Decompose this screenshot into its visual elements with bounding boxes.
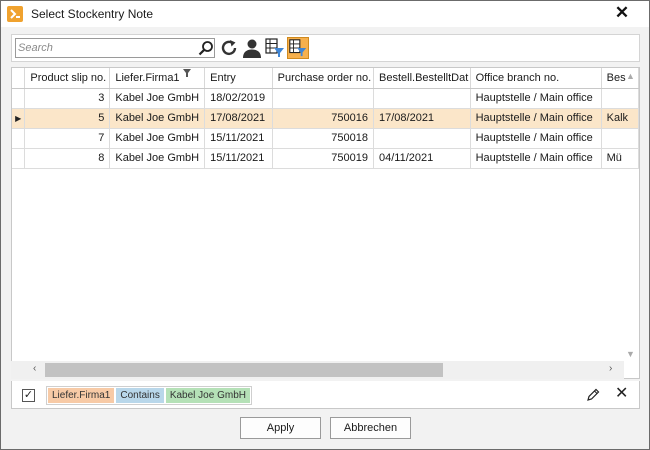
cell-bestellt-dat[interactable]: 17/08/2021 [373, 108, 471, 129]
cell-office-branch[interactable]: Hauptstelle / Main office [470, 128, 602, 149]
cell-bes[interactable] [601, 88, 639, 109]
cell-liefer-firma[interactable]: Kabel Joe GmbH [109, 88, 206, 109]
scroll-up-icon[interactable]: ▲ [626, 71, 635, 81]
cell-entry[interactable]: 17/08/2021 [204, 108, 273, 129]
row-indicator [12, 148, 26, 169]
cell-purchase-order[interactable]: 750019 [272, 148, 375, 169]
table-row[interactable]: 7 Kabel Joe GmbH 15/11/2021 750018 Haupt… [12, 128, 639, 149]
cell-product-slip[interactable]: 7 [24, 128, 111, 149]
cell-product-slip[interactable]: 5 [24, 108, 111, 129]
row-indicator [12, 88, 26, 109]
filter-value-chip[interactable]: Kabel Joe GmbH [165, 388, 250, 403]
column-header-label: Liefer.Firma1 [115, 71, 180, 84]
filter-operator-chip[interactable]: Contains [116, 388, 164, 403]
cell-entry[interactable]: 18/02/2019 [204, 88, 273, 109]
cell-bestellt-dat[interactable] [373, 88, 471, 109]
filter-field-chip[interactable]: Liefer.Firma1 [48, 388, 115, 403]
column-header-office-branch[interactable]: Office branch no. [470, 68, 602, 89]
window-title: Select Stockentry Note [31, 7, 154, 21]
title-bar: Select Stockentry Note ✕ [1, 1, 649, 27]
clear-filter-icon[interactable]: ✕ [615, 385, 628, 403]
cell-bes[interactable] [601, 128, 639, 149]
cancel-button[interactable]: Abbrechen [330, 417, 411, 439]
column-header-product-slip[interactable]: Product slip no. [24, 68, 111, 89]
cell-purchase-order[interactable]: 750018 [272, 128, 375, 149]
cell-entry[interactable]: 15/11/2021 [204, 148, 273, 169]
cell-liefer-firma[interactable]: Kabel Joe GmbH [109, 148, 206, 169]
table-row[interactable]: 3 Kabel Joe GmbH 18/02/2019 Hauptstelle … [12, 88, 639, 109]
table-row[interactable]: 8 Kabel Joe GmbH 15/11/2021 750019 04/11… [12, 148, 639, 169]
cell-bestellt-dat[interactable] [373, 128, 471, 149]
cell-product-slip[interactable]: 3 [24, 88, 111, 109]
column-header-label: Product slip no. [30, 71, 107, 84]
toolbar [11, 34, 640, 62]
apply-button[interactable]: Apply [240, 417, 321, 439]
column-header-purchase-order[interactable]: Purchase order no. [272, 68, 375, 89]
search-box [15, 38, 215, 58]
filter-enabled-checkbox[interactable]: ✓ [22, 389, 35, 402]
horizontal-scrollbar[interactable]: ‹ › [11, 361, 624, 379]
cell-office-branch[interactable]: Hauptstelle / Main office [470, 108, 602, 129]
column-header-label: Bes [606, 71, 626, 84]
stockentry-table: Product slip no. Liefer.Firma1 Entry Pur… [12, 68, 639, 169]
filter-bar: ✓ Liefer.Firma1 Contains Kabel Joe GmbH … [11, 381, 640, 409]
cell-liefer-firma[interactable]: Kabel Joe GmbH [109, 108, 206, 129]
column-header-label: Office branch no. [475, 71, 560, 84]
table-header-row: Product slip no. Liefer.Firma1 Entry Pur… [12, 68, 639, 89]
data-grid: Product slip no. Liefer.Firma1 Entry Pur… [11, 67, 640, 379]
column-header-entry[interactable]: Entry [204, 68, 273, 89]
grid-filter-active-icon[interactable] [287, 37, 309, 59]
table-row-selected[interactable]: ▶ 5 Kabel Joe GmbH 17/08/2021 750016 17/… [12, 108, 639, 129]
cell-purchase-order[interactable]: 750016 [272, 108, 375, 129]
close-icon[interactable]: ✕ [611, 3, 633, 23]
row-indicator [12, 128, 26, 149]
search-input[interactable] [18, 40, 194, 56]
dialog-window: Select Stockentry Note ✕ Search Product … [0, 0, 650, 450]
row-indicator: ▶ [12, 108, 26, 129]
column-header-label: Bestell.BestelltDat [379, 71, 469, 84]
column-header-indicator [12, 68, 26, 89]
column-header-label: Entry [210, 71, 236, 84]
column-header-liefer-firma[interactable]: Liefer.Firma1 [109, 68, 206, 89]
cell-bes[interactable]: Mü [601, 148, 639, 169]
column-filter-icon[interactable] [182, 68, 191, 77]
scroll-down-icon[interactable]: ▼ [626, 349, 635, 359]
cell-office-branch[interactable]: Hauptstelle / Main office [470, 148, 602, 169]
pencil-icon[interactable] [586, 388, 600, 402]
cell-bestellt-dat[interactable]: 04/11/2021 [373, 148, 471, 169]
grid-filter-icon[interactable] [264, 37, 286, 59]
app-logo-icon [7, 6, 23, 22]
cell-product-slip[interactable]: 8 [24, 148, 111, 169]
refresh-icon[interactable] [218, 37, 240, 59]
cell-office-branch[interactable]: Hauptstelle / Main office [470, 88, 602, 109]
cell-bes[interactable]: Kalk [601, 108, 639, 129]
cell-entry[interactable]: 15/11/2021 [204, 128, 273, 149]
cell-liefer-firma[interactable]: Kabel Joe GmbH [109, 128, 206, 149]
column-header-bestellt-dat[interactable]: Bestell.BestelltDat [373, 68, 471, 89]
scroll-left-icon[interactable]: ‹ [33, 363, 36, 374]
scrollbar-thumb[interactable] [45, 363, 443, 377]
scroll-right-icon[interactable]: › [609, 363, 612, 374]
user-icon[interactable] [241, 37, 263, 59]
search-icon[interactable] [198, 40, 214, 56]
filter-expression[interactable]: Liefer.Firma1 Contains Kabel Joe GmbH [46, 386, 252, 405]
column-header-label: Purchase order no. [277, 71, 372, 84]
cell-purchase-order[interactable] [272, 88, 375, 109]
